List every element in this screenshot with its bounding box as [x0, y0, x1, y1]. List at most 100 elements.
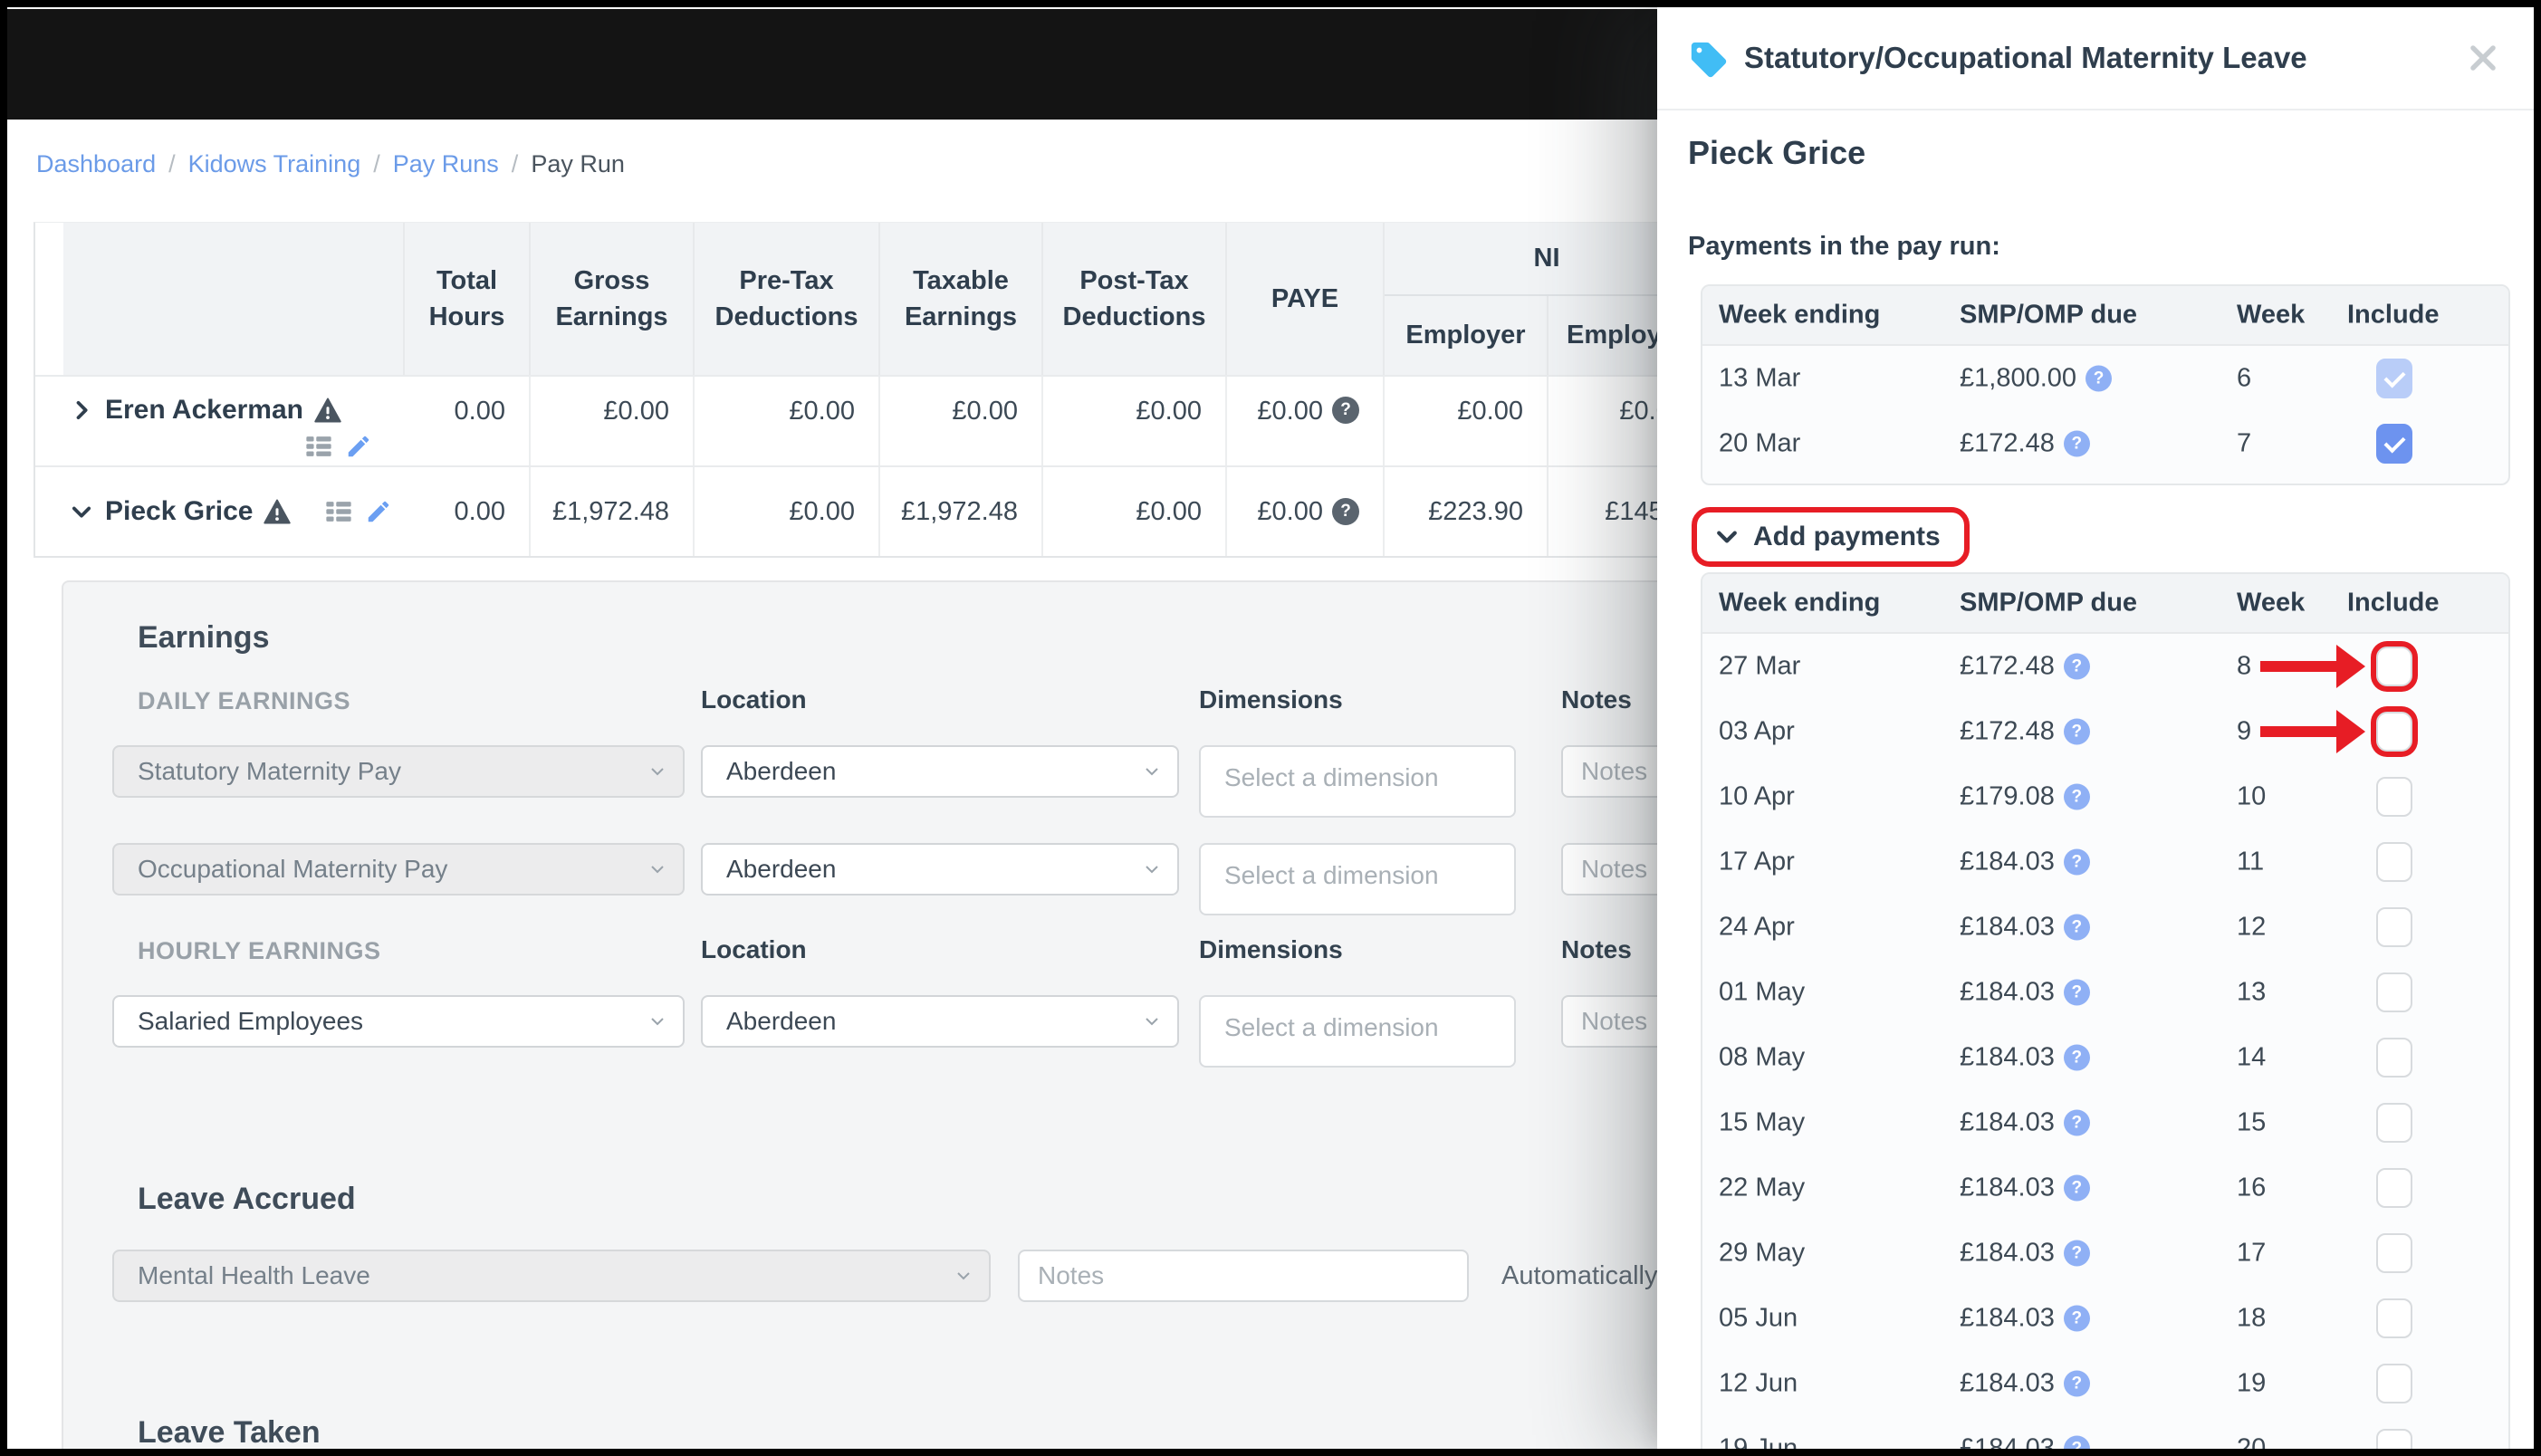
- taxable-earnings-value: £0.00: [880, 377, 1043, 465]
- chevron-down-icon[interactable]: [69, 499, 94, 524]
- pay-category-select[interactable]: Occupational Maternity Pay: [112, 843, 685, 896]
- chevron-down-icon: [1713, 523, 1740, 551]
- include-checkbox[interactable]: [2376, 359, 2412, 398]
- leave-notes-input[interactable]: [1018, 1250, 1469, 1302]
- smp-omp-due-value: £184.03?: [1960, 1173, 2090, 1203]
- include-checkbox[interactable]: [2376, 1364, 2412, 1403]
- employee-column-header: [63, 223, 405, 375]
- pay-category-select[interactable]: Statutory Maternity Pay: [112, 745, 685, 798]
- include-checkbox[interactable]: [2376, 972, 2412, 1012]
- week-number: 11: [2237, 847, 2265, 876]
- payment-row: 29 May £184.03? 17: [1702, 1221, 2508, 1286]
- col-pretax-deductions: Pre-Tax Deductions: [695, 223, 880, 375]
- smp-omp-due-value: £184.03?: [1960, 1108, 2090, 1138]
- journal-icon[interactable]: [303, 433, 334, 460]
- pay-category-select[interactable]: Salaried Employees: [112, 995, 685, 1048]
- include-checkbox[interactable]: [2376, 424, 2412, 464]
- col-posttax-deductions: Post-Tax Deductions: [1043, 223, 1227, 375]
- payment-row: 01 May £184.03? 13: [1702, 960, 2508, 1025]
- notes-label: Notes: [1561, 685, 1632, 714]
- help-icon[interactable]: ?: [2063, 430, 2090, 457]
- include-checkbox[interactable]: [2376, 1298, 2412, 1338]
- dropdown-chevron-icon: [647, 761, 668, 782]
- help-icon[interactable]: ?: [2063, 1240, 2090, 1267]
- gross-earnings-value: £1,972.48: [531, 467, 695, 556]
- payments-in-pay-run-label: Payments in the pay run:: [1688, 232, 2000, 261]
- pretax-deductions-value: £0.00: [695, 377, 880, 465]
- help-icon[interactable]: ?: [2063, 1044, 2090, 1071]
- paye-help-icon[interactable]: ?: [1332, 498, 1359, 525]
- help-icon[interactable]: ?: [2063, 914, 2090, 941]
- include-checkbox[interactable]: [2376, 647, 2412, 686]
- week-number: 6: [2237, 363, 2252, 393]
- location-select[interactable]: Aberdeen: [701, 843, 1179, 896]
- panel-title: Statutory/Occupational Maternity Leave: [1744, 41, 2307, 74]
- location-select[interactable]: Aberdeen: [701, 745, 1179, 798]
- total-hours-value: 0.00: [405, 377, 531, 465]
- dimension-select[interactable]: Select a dimension: [1199, 843, 1516, 915]
- table-row-pieck-grice[interactable]: Pieck Grice 0.00 £1,972.48 £0.00 £1,972.…: [35, 465, 1709, 556]
- payment-row: 13 Mar £1,800.00? 6: [1702, 346, 2508, 411]
- app-window: Dashboard / Kidows Training / Pay Runs /…: [7, 7, 2534, 1449]
- include-checkbox[interactable]: [2376, 1429, 2412, 1449]
- table-row-eren-ackerman[interactable]: Eren Ackerman 0.00 £0.00 £0.00 £0.00 £0.…: [35, 375, 1709, 465]
- help-icon[interactable]: ?: [2063, 1370, 2090, 1397]
- panel-header: Statutory/Occupational Maternity Leave: [1657, 7, 2534, 110]
- employee-name: Eren Ackerman: [105, 395, 303, 425]
- dropdown-chevron-icon: [1141, 1011, 1163, 1032]
- week-number: 12: [2237, 912, 2267, 942]
- include-checkbox[interactable]: [2376, 1168, 2412, 1208]
- location-select[interactable]: Aberdeen: [701, 995, 1179, 1048]
- include-checkbox[interactable]: [2376, 1038, 2412, 1078]
- week-number: 18: [2237, 1303, 2267, 1333]
- include-checkbox[interactable]: [2376, 1103, 2412, 1143]
- include-checkbox[interactable]: [2376, 842, 2412, 882]
- payment-row: 17 Apr £184.03? 11: [1702, 829, 2508, 895]
- close-icon[interactable]: [2463, 38, 2503, 78]
- help-icon[interactable]: ?: [2063, 718, 2090, 745]
- add-payments-button[interactable]: Add payments: [1692, 507, 1970, 567]
- breadcrumb-pay-runs[interactable]: Pay Runs: [393, 150, 499, 178]
- week-header: Week: [2237, 300, 2306, 330]
- employee-cell[interactable]: Pieck Grice: [35, 467, 405, 556]
- week-ending-value: 03 Apr: [1719, 716, 1795, 746]
- red-arrow-annotation: [2260, 645, 2367, 688]
- journal-icon[interactable]: [323, 498, 354, 525]
- help-icon[interactable]: ?: [2086, 365, 2113, 392]
- smp-omp-due-value: £184.03?: [1960, 1369, 2090, 1399]
- dimensions-label: Dimensions: [1199, 935, 1343, 963]
- dimension-select[interactable]: Select a dimension: [1199, 995, 1516, 1068]
- col-total-hours: Total Hours: [405, 223, 531, 375]
- edit-pencil-icon[interactable]: [365, 498, 392, 525]
- employee-cell[interactable]: Eren Ackerman: [35, 377, 405, 465]
- payment-row: 27 Mar £172.48? 8: [1702, 634, 2508, 699]
- include-checkbox[interactable]: [2376, 712, 2412, 752]
- dimension-select[interactable]: Select a dimension: [1199, 745, 1516, 818]
- payment-row: 08 May £184.03? 14: [1702, 1025, 2508, 1090]
- ni-employer-value: £223.90: [1385, 467, 1549, 556]
- include-checkbox[interactable]: [2376, 907, 2412, 947]
- breadcrumb: Dashboard / Kidows Training / Pay Runs /…: [36, 150, 625, 178]
- help-icon[interactable]: ?: [2063, 1109, 2090, 1136]
- help-icon[interactable]: ?: [2063, 848, 2090, 876]
- help-icon[interactable]: ?: [2063, 979, 2090, 1006]
- location-label: Location: [701, 685, 807, 714]
- breadcrumb-business[interactable]: Kidows Training: [188, 150, 361, 178]
- help-icon[interactable]: ?: [2063, 1435, 2090, 1449]
- week-ending-value: 15 May: [1719, 1107, 1806, 1137]
- leave-category-select[interactable]: Mental Health Leave: [112, 1250, 991, 1302]
- include-header: Include: [2347, 300, 2440, 330]
- help-icon[interactable]: ?: [2063, 1305, 2090, 1332]
- help-icon[interactable]: ?: [2063, 653, 2090, 680]
- include-checkbox[interactable]: [2376, 1233, 2412, 1273]
- help-icon[interactable]: ?: [2063, 783, 2090, 810]
- payment-row: 05 Jun £184.03? 18: [1702, 1286, 2508, 1351]
- paye-help-icon[interactable]: ?: [1332, 397, 1359, 424]
- help-icon[interactable]: ?: [2063, 1174, 2090, 1202]
- smp-omp-due-value: £184.03?: [1960, 1239, 2090, 1269]
- include-checkbox[interactable]: [2376, 777, 2412, 817]
- chevron-right-icon[interactable]: [69, 398, 94, 423]
- edit-pencil-icon[interactable]: [345, 433, 372, 460]
- payment-row: 24 Apr £184.03? 12: [1702, 895, 2508, 960]
- breadcrumb-dashboard[interactable]: Dashboard: [36, 150, 156, 178]
